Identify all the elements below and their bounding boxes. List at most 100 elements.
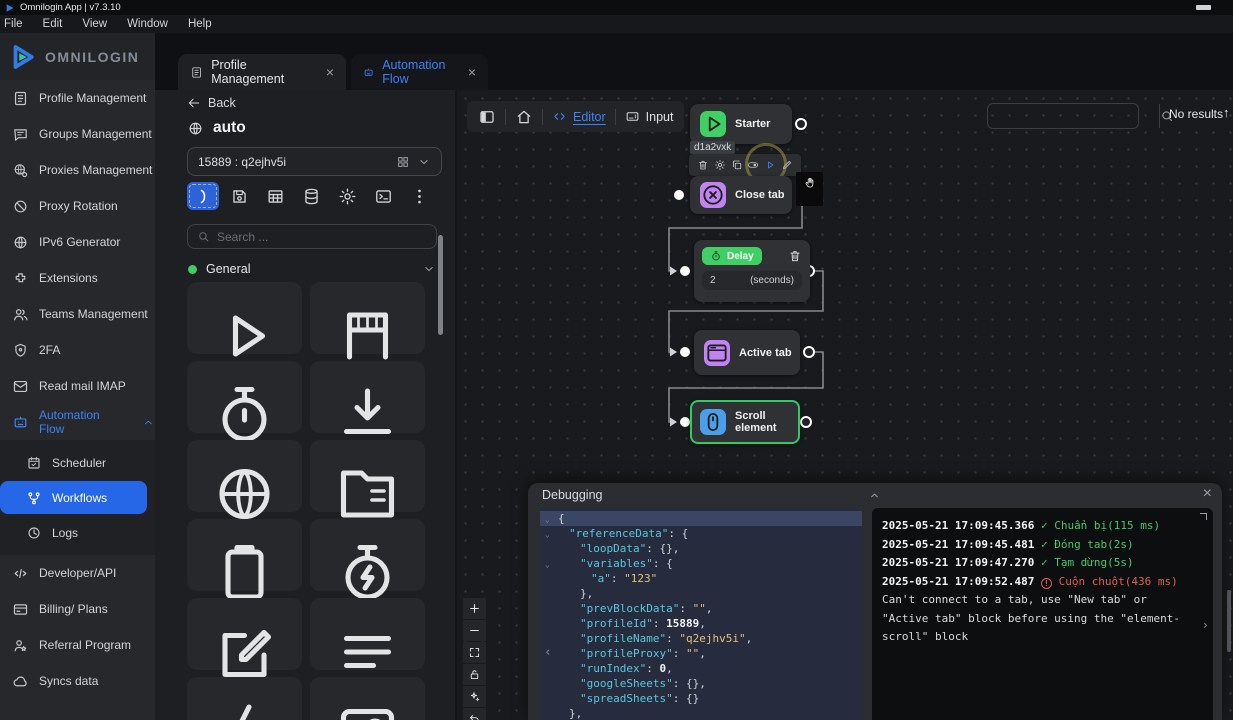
- tool-table-view[interactable]: [259, 182, 291, 210]
- lock-button[interactable]: [463, 664, 486, 685]
- input-port[interactable]: [674, 190, 684, 200]
- tab-close-icon[interactable]: ×: [318, 65, 334, 79]
- block-card-http-request[interactable]: HTTP Request: [187, 440, 302, 512]
- trash-icon[interactable]: [788, 249, 802, 263]
- menu-help[interactable]: Help: [178, 18, 222, 30]
- sidebar-subitem-workflows[interactable]: Workflows: [0, 481, 147, 514]
- canvas-scrollbar[interactable]: [1227, 590, 1231, 652]
- collapse-arrow-icon[interactable]: ⌄: [545, 527, 550, 542]
- node-settings-icon[interactable]: [714, 159, 726, 171]
- block-card-wait-connecti[interactable]: Wait Connecti...: [310, 519, 425, 591]
- sidebar-item-teams-management[interactable]: Teams Management: [0, 296, 155, 332]
- input-port[interactable]: [680, 417, 690, 427]
- tab-editor[interactable]: Editor: [552, 109, 606, 124]
- block-card-note[interactable]: Note: [187, 598, 302, 670]
- sidebar-item-2fa[interactable]: 2FA: [0, 332, 155, 368]
- fit-view-button[interactable]: [463, 642, 486, 663]
- json-line[interactable]: ⌄{: [540, 511, 862, 526]
- expand-corner-icon[interactable]: [1200, 513, 1207, 520]
- back-button[interactable]: Back: [187, 96, 236, 110]
- sidebar-item-developer-api[interactable]: Developer/API: [0, 555, 155, 591]
- json-line[interactable]: "googleSheets": {},: [540, 676, 862, 691]
- tool-save[interactable]: [223, 182, 255, 210]
- json-line[interactable]: ⌄"variables": {: [540, 556, 862, 571]
- node-close-tab[interactable]: Close tab: [690, 176, 792, 214]
- zoom-out-button[interactable]: [463, 620, 486, 641]
- block-card-delay[interactable]: Delay: [187, 361, 302, 433]
- minimize-button[interactable]: [1196, 5, 1211, 10]
- json-line[interactable]: "runIndex": 0,: [540, 661, 862, 676]
- sidebar-item-proxies-management[interactable]: Proxies Management: [0, 152, 155, 188]
- section-general[interactable]: General: [188, 262, 436, 276]
- tool-more[interactable]: [403, 182, 435, 210]
- undo-button[interactable]: [463, 708, 486, 720]
- sidebar-item-ipv6-generator[interactable]: IPv6 Generator: [0, 224, 155, 260]
- panel-toggle-icon[interactable]: [478, 108, 496, 126]
- json-line[interactable]: ⌄"referenceData": {: [540, 526, 862, 541]
- sidebar-item-profile-management[interactable]: Profile Management: [0, 80, 155, 116]
- zoom-in-button[interactable]: [463, 598, 486, 619]
- menu-edit[interactable]: Edit: [33, 18, 73, 30]
- json-line[interactable]: "profileId": 15889,: [540, 616, 862, 631]
- json-line[interactable]: "a": "123": [540, 571, 862, 586]
- json-line[interactable]: "prevBlockData": "",: [540, 601, 862, 616]
- close-icon[interactable]: ×: [1203, 486, 1212, 502]
- json-line[interactable]: "profileProxy": "",: [540, 646, 862, 661]
- canvas-search-input[interactable]: [988, 104, 1159, 128]
- input-port[interactable]: [680, 347, 690, 357]
- json-line[interactable]: "spreadSheets": {}: [540, 691, 862, 706]
- json-line[interactable]: },: [540, 706, 862, 720]
- node-delay[interactable]: Delay 2 (seconds): [694, 240, 810, 302]
- json-line[interactable]: },: [540, 586, 862, 601]
- clean-up-button[interactable]: [463, 686, 486, 707]
- block-card-broom[interactable]: [187, 677, 302, 720]
- tool-settings[interactable]: [331, 182, 363, 210]
- node-starter[interactable]: Starter: [690, 104, 792, 144]
- tab-profile-management[interactable]: Profile Management×: [178, 54, 346, 90]
- delay-value[interactable]: 2: [710, 275, 716, 286]
- menu-window[interactable]: Window: [117, 18, 178, 30]
- menu-file[interactable]: File: [0, 18, 33, 30]
- node-active-tab[interactable]: Active tab: [694, 330, 800, 375]
- menu-view[interactable]: View: [72, 18, 117, 30]
- block-card-write-log[interactable]: Write Log: [310, 598, 425, 670]
- sidebar-item-referral-program[interactable]: Referral Program: [0, 627, 155, 663]
- block-card-end[interactable]: End: [310, 282, 425, 354]
- tool-data[interactable]: [295, 182, 327, 210]
- tab-close-icon[interactable]: ×: [460, 65, 476, 79]
- tab-input[interactable]: Input: [625, 109, 674, 124]
- output-port[interactable]: [804, 347, 814, 357]
- home-icon[interactable]: [515, 108, 533, 126]
- tool-blocks-mode[interactable]: [187, 182, 219, 210]
- output-port[interactable]: [796, 119, 806, 129]
- input-port[interactable]: [680, 266, 690, 276]
- sidebar-item-automation-flow[interactable]: Automation Flow: [0, 404, 155, 440]
- sidebar-item-read-mail-imap[interactable]: Read mail IMAP: [0, 368, 155, 404]
- sidebar-item-extensions[interactable]: Extensions: [0, 260, 155, 296]
- block-card-clipboard[interactable]: Clipboard: [187, 519, 302, 591]
- sidebar-item-proxy-rotation[interactable]: Proxy Rotation: [0, 188, 155, 224]
- block-card-export-data[interactable]: Export Data: [310, 361, 425, 433]
- collapse-chevron-icon[interactable]: [868, 489, 881, 502]
- sidebar-subitem-scheduler[interactable]: Scheduler: [0, 446, 147, 479]
- scroll-right-arrow[interactable]: ›: [1202, 616, 1209, 635]
- node-scroll-element[interactable]: Scroll element: [690, 400, 800, 444]
- sidebar-item-syncs-data[interactable]: Syncs data: [0, 663, 155, 699]
- json-line[interactable]: "loopData": {},: [540, 541, 862, 556]
- search-prev-arrow[interactable]: ↑: [1223, 105, 1230, 120]
- block-card-capture[interactable]: [310, 677, 425, 720]
- tab-automation-flow[interactable]: Automation Flow×: [351, 54, 488, 90]
- collapse-arrow-icon[interactable]: ⌄: [545, 557, 550, 572]
- block-card-blocks-group[interactable]: Blocks Group: [310, 440, 425, 512]
- sidebar-item-groups-management[interactable]: Groups Management: [0, 116, 155, 152]
- output-port[interactable]: [801, 417, 811, 427]
- delete-node-icon[interactable]: [697, 159, 709, 171]
- duplicate-node-icon[interactable]: [731, 159, 743, 171]
- json-line[interactable]: "profileName": "q2ejhv5i",: [540, 631, 862, 646]
- block-card-starter[interactable]: Starter: [187, 282, 302, 354]
- profile-select[interactable]: 15889 : q2ejhv5i: [187, 147, 442, 176]
- sidebar-item-billing-plans[interactable]: Billing/ Plans: [0, 591, 155, 627]
- tool-console[interactable]: [367, 182, 399, 210]
- sidebar-subitem-logs[interactable]: Logs: [0, 516, 147, 549]
- collapse-arrow-icon[interactable]: ⌄: [545, 512, 550, 527]
